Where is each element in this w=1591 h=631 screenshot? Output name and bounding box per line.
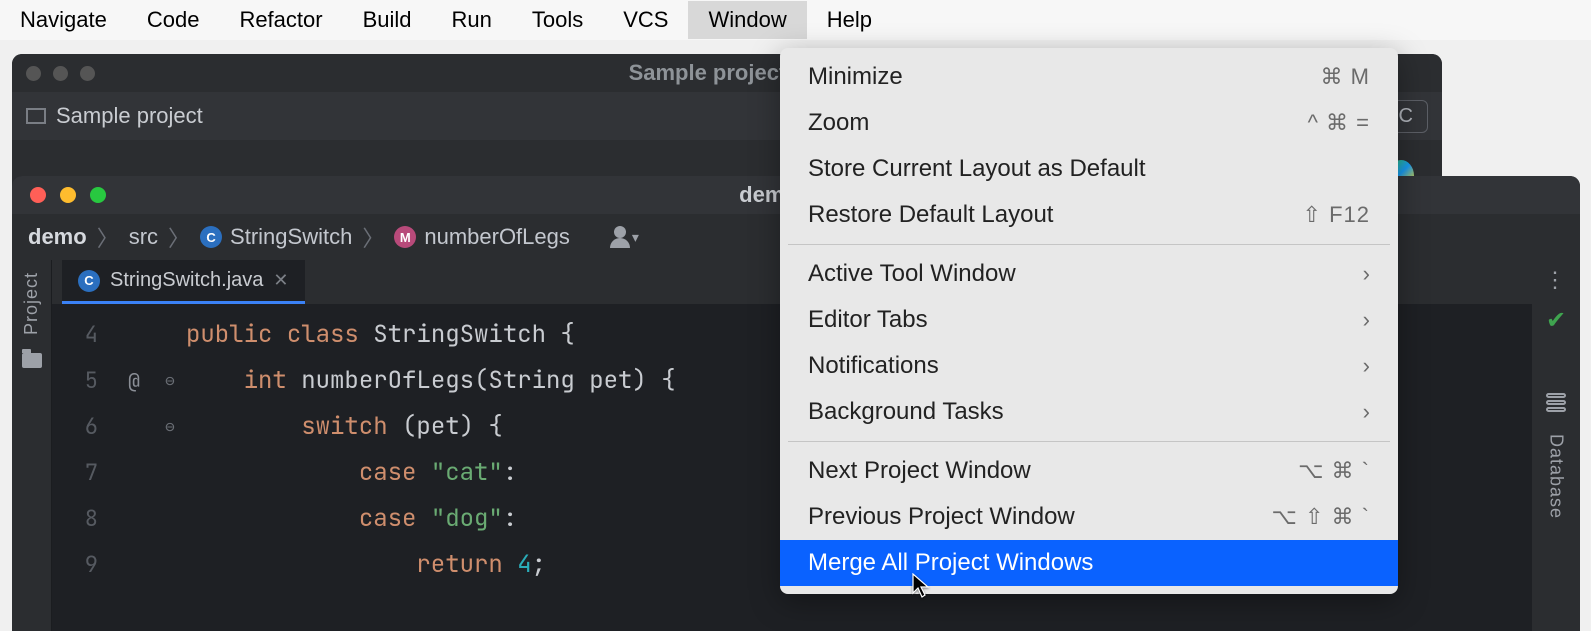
- chevron-right-icon: 〉: [168, 221, 190, 253]
- chevron-right-icon: 〉: [97, 221, 119, 253]
- close-dot[interactable]: [26, 66, 41, 81]
- menu-item-merge-all-project-windows[interactable]: Merge All Project Windows: [780, 540, 1398, 586]
- database-tool-label[interactable]: Database: [1546, 434, 1567, 519]
- minimize-dot[interactable]: [53, 66, 68, 81]
- window-menu-dropdown: Minimize⌘ MZoom^ ⌘ =Store Current Layout…: [780, 48, 1398, 594]
- left-tool-strip: Project: [12, 260, 52, 631]
- chevron-right-icon: 〉: [362, 221, 384, 253]
- menu-item-previous-project-window[interactable]: Previous Project Window⌥ ⇧ ⌘ `: [780, 494, 1398, 540]
- project-name: Sample project: [56, 103, 203, 129]
- submenu-chevron-icon: ›: [1363, 399, 1370, 425]
- submenu-chevron-icon: ›: [1363, 307, 1370, 333]
- class-icon: C: [78, 270, 100, 292]
- breadcrumb-numberoflegs[interactable]: MnumberOfLegs: [394, 224, 570, 250]
- menu-run[interactable]: Run: [432, 1, 512, 39]
- fold-icon[interactable]: ⊖: [154, 404, 186, 450]
- submenu-chevron-icon: ›: [1363, 261, 1370, 287]
- line-number: 8: [52, 496, 114, 542]
- class-icon: C: [200, 226, 222, 248]
- project-tool-icon[interactable]: [22, 353, 42, 368]
- gutter-annotation: @: [114, 358, 154, 404]
- tab-filename: StringSwitch.java: [110, 269, 263, 292]
- menu-separator: [788, 441, 1390, 442]
- project-chip[interactable]: Sample project: [26, 103, 203, 129]
- breadcrumb-src[interactable]: src: [129, 224, 158, 250]
- code-text: case "cat":: [186, 450, 517, 496]
- line-number: 9: [52, 542, 114, 588]
- code-text: int numberOfLegs(String pet) {: [186, 358, 676, 404]
- menu-code[interactable]: Code: [127, 1, 220, 39]
- shortcut-label: ⌥ ⇧ ⌘ `: [1272, 504, 1370, 530]
- submenu-chevron-icon: ›: [1363, 353, 1370, 379]
- shortcut-label: ⌘ M: [1321, 64, 1370, 90]
- menu-item-editor-tabs[interactable]: Editor Tabs›: [780, 297, 1398, 343]
- line-number: 5: [52, 358, 114, 404]
- menu-vcs[interactable]: VCS: [603, 1, 688, 39]
- inspection-ok-icon[interactable]: ✔: [1546, 306, 1566, 335]
- code-text: return 4;: [186, 542, 546, 588]
- zoom-dot[interactable]: [80, 66, 95, 81]
- shortcut-label: ⇧ F12: [1303, 202, 1370, 228]
- method-icon: M: [394, 226, 416, 248]
- traffic-lights-inactive: [26, 66, 95, 81]
- menu-refactor[interactable]: Refactor: [219, 1, 342, 39]
- collaborators-icon[interactable]: ▾: [610, 226, 639, 248]
- menu-item-next-project-window[interactable]: Next Project Window⌥ ⌘ `: [780, 448, 1398, 494]
- project-tool-label[interactable]: Project: [21, 272, 42, 335]
- menu-item-notifications[interactable]: Notifications›: [780, 343, 1398, 389]
- more-icon[interactable]: ⋮: [1544, 276, 1568, 284]
- breadcrumb-stringswitch[interactable]: CStringSwitch: [200, 224, 352, 250]
- editor-tab[interactable]: C StringSwitch.java ✕: [62, 260, 305, 304]
- close-button[interactable]: [30, 187, 46, 203]
- zoom-button[interactable]: [90, 187, 106, 203]
- menu-tools[interactable]: Tools: [512, 1, 603, 39]
- shortcut-label: ⌥ ⌘ `: [1298, 458, 1370, 484]
- line-number: 4: [52, 312, 114, 358]
- menubar: NavigateCodeRefactorBuildRunToolsVCSWind…: [0, 0, 1591, 40]
- line-number: 7: [52, 450, 114, 496]
- line-number: 6: [52, 404, 114, 450]
- code-text: case "dog":: [186, 496, 517, 542]
- menu-navigate[interactable]: Navigate: [0, 1, 127, 39]
- menu-item-minimize[interactable]: Minimize⌘ M: [780, 54, 1398, 100]
- shortcut-label: ^ ⌘ =: [1308, 110, 1370, 136]
- menu-item-store-current-layout-as-default[interactable]: Store Current Layout as Default: [780, 146, 1398, 192]
- close-tab-icon[interactable]: ✕: [273, 270, 288, 291]
- minimize-button[interactable]: [60, 187, 76, 203]
- menu-separator: [788, 244, 1390, 245]
- mouse-cursor: [912, 573, 930, 599]
- menu-help[interactable]: Help: [807, 1, 892, 39]
- breadcrumb-demo[interactable]: demo: [28, 224, 87, 250]
- menu-item-background-tasks[interactable]: Background Tasks›: [780, 389, 1398, 435]
- menu-build[interactable]: Build: [343, 1, 432, 39]
- fold-icon[interactable]: ⊖: [154, 358, 186, 404]
- code-text: public class StringSwitch {: [186, 312, 575, 358]
- traffic-lights: [30, 187, 106, 203]
- menu-item-zoom[interactable]: Zoom^ ⌘ =: [780, 100, 1398, 146]
- menu-item-active-tool-window[interactable]: Active Tool Window›: [780, 251, 1398, 297]
- code-text: switch (pet) {: [186, 404, 503, 450]
- database-icon[interactable]: [1546, 393, 1566, 412]
- menu-window[interactable]: Window: [688, 1, 806, 39]
- right-tool-strip: ⋮ ✔ Database: [1532, 260, 1580, 631]
- menu-item-restore-default-layout[interactable]: Restore Default Layout⇧ F12: [780, 192, 1398, 238]
- project-icon: [26, 108, 46, 124]
